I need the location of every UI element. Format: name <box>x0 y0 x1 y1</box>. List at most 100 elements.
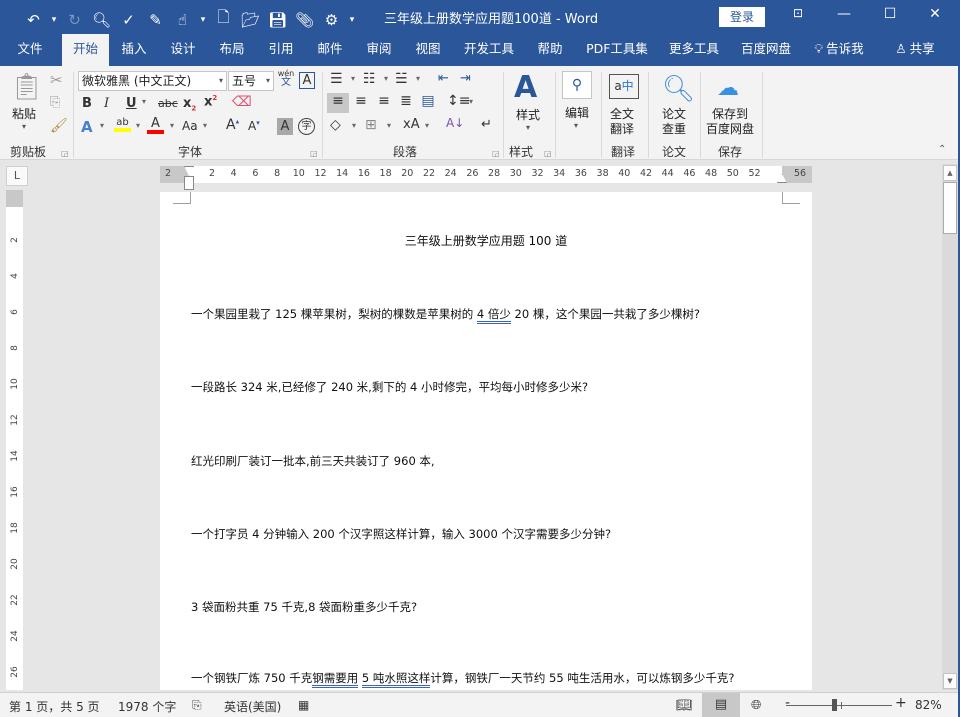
italic-icon[interactable]: I <box>104 96 109 111</box>
decrease-indent-icon[interactable]: ⇤ <box>438 71 449 86</box>
undo-icon[interactable]: ↶ <box>20 11 47 29</box>
align-center-icon[interactable]: ≡ <box>351 93 371 109</box>
line-spacing-icon[interactable]: ↕≡ <box>447 93 470 109</box>
sort-icon[interactable]: A↓ <box>446 116 464 130</box>
numbering-icon[interactable]: ☷ <box>363 71 376 87</box>
highlight-color-button[interactable]: ab <box>114 117 131 132</box>
vertical-scrollbar[interactable]: ▲ ▼ <box>942 164 958 690</box>
paste-icon[interactable]: 📋︎ <box>10 72 43 102</box>
tab-baidu-netdisk[interactable]: 百度网盘 <box>736 34 796 66</box>
tab-insert[interactable]: 插入 <box>112 34 156 66</box>
collapse-ribbon-icon[interactable]: ⌃ <box>938 144 946 155</box>
font-color-button[interactable]: A <box>147 117 164 134</box>
redo-icon[interactable]: ↻ <box>61 11 88 29</box>
full-text-translate-button[interactable]: 全文 翻译 <box>610 107 634 137</box>
highlight-dropdown-icon[interactable]: ▾ <box>136 121 140 130</box>
paste-dropdown-icon[interactable]: ▾ <box>22 122 26 131</box>
print-layout-icon[interactable]: ▤ <box>702 693 740 717</box>
subscript-icon[interactable]: x2 <box>183 96 196 113</box>
multilevel-dropdown-icon[interactable]: ▾ <box>416 74 420 83</box>
borders-dropdown-icon[interactable]: ▾ <box>387 121 391 130</box>
paragraph[interactable]: 一个钢铁厂炼 750 千克钢需要用 5 吨水照这样计算，钢铁厂一天节约 55 吨… <box>191 670 734 688</box>
font-color-dropdown-icon[interactable]: ▾ <box>170 121 174 130</box>
underline-icon[interactable]: U <box>126 96 137 111</box>
save-icon[interactable]: 💾︎ <box>264 11 291 29</box>
shrink-font-icon[interactable]: A▾ <box>248 119 260 133</box>
tab-review[interactable]: 审阅 <box>357 34 401 66</box>
grammar-underline[interactable]: 钢需要用 <box>312 671 359 688</box>
styles-icon[interactable]: A <box>514 70 537 105</box>
character-shading-icon[interactable]: A <box>277 118 293 135</box>
scroll-up-icon[interactable]: ▲ <box>943 165 957 181</box>
tab-developer[interactable]: 开发工具 <box>458 34 520 66</box>
macro-icon[interactable]: ▦ <box>298 698 309 712</box>
paragraph[interactable]: 一个打字员 4 分钟输入 200 个汉字照这样计算，输入 3000 个汉字需要多… <box>191 526 611 542</box>
minimize-icon[interactable]: — <box>829 6 859 22</box>
zoom-out-icon[interactable]: - <box>785 695 790 711</box>
edit-icon[interactable]: ✎ <box>142 11 169 29</box>
print-preview-icon[interactable]: 🔍︎ <box>88 11 115 29</box>
chinese-layout-dropdown-icon[interactable]: ▾ <box>425 121 429 130</box>
change-case-dropdown-icon[interactable]: ▾ <box>203 121 207 130</box>
show-marks-icon[interactable]: ↵ <box>481 117 492 132</box>
tab-more-tools[interactable]: 更多工具 <box>664 34 724 66</box>
tab-layout[interactable]: 布局 <box>210 34 254 66</box>
underline-dropdown-icon[interactable]: ▾ <box>142 97 146 106</box>
horizontal-ruler[interactable]: 2 2 4 6 8 10 12 14 16 18 20 22 24 26 28 30 32 34 36 38 40 42 4… <box>160 166 812 190</box>
login-button[interactable]: 登录 <box>719 7 765 27</box>
increase-indent-icon[interactable]: ⇥ <box>460 71 471 86</box>
superscript-icon[interactable]: x2 <box>204 94 217 109</box>
zoom-level[interactable]: 82% <box>915 698 942 712</box>
tell-me-button[interactable]: 💡︎ 告诉我 <box>808 34 870 66</box>
paper-check-icon[interactable]: 🔍︎ <box>662 74 695 104</box>
ribbon-display-options-icon[interactable]: ⊡ <box>783 6 813 20</box>
web-layout-icon[interactable]: 🌐︎ <box>751 698 761 713</box>
undo-dropdown-icon[interactable]: ▾ <box>47 15 61 25</box>
grammar-underline[interactable]: 4 倍少 <box>476 307 511 324</box>
tab-view[interactable]: 视图 <box>406 34 450 66</box>
tab-file[interactable]: 文件 <box>8 34 52 66</box>
paragraph[interactable]: 一段路长 324 米,已经修了 240 米,剩下的 4 小时修完，平均每小时修多… <box>191 379 588 395</box>
touch-mode-icon[interactable]: ☝︎ <box>169 11 196 29</box>
numbering-dropdown-icon[interactable]: ▾ <box>384 74 388 83</box>
zoom-in-icon[interactable]: + <box>895 695 907 711</box>
multilevel-list-icon[interactable]: ☱ <box>395 71 408 87</box>
styles-dropdown-icon[interactable]: ▾ <box>526 123 530 132</box>
format-painter-icon[interactable]: 🖌︎ <box>50 118 68 134</box>
grow-font-icon[interactable]: A▴ <box>226 117 239 133</box>
scroll-thumb[interactable] <box>943 182 957 234</box>
borders-icon[interactable]: ⊞ <box>365 117 377 133</box>
scroll-down-icon[interactable]: ▼ <box>943 673 957 689</box>
page-info[interactable]: 第 1 页，共 5 页 <box>9 698 100 715</box>
copy-icon[interactable]: ⎘ <box>50 95 60 110</box>
share-icon[interactable]: ⚙ <box>318 11 345 29</box>
clear-formatting-icon[interactable]: ⌫ <box>232 94 252 110</box>
tab-selector[interactable]: L <box>6 166 28 186</box>
touch-dropdown-icon[interactable]: ▾ <box>196 15 210 25</box>
paste-button[interactable]: 粘贴 <box>12 107 36 122</box>
styles-launcher-icon[interactable]: ◲ <box>544 149 552 158</box>
font-size-select[interactable]: 五号 ▾ <box>228 71 274 91</box>
styles-button[interactable]: 样式 <box>516 108 540 123</box>
align-left-icon[interactable]: ≡ <box>327 93 349 113</box>
grammar-underline[interactable]: 5 吨水照这样 <box>361 671 431 688</box>
language[interactable]: 英语(美国) <box>224 698 281 715</box>
left-indent-marker[interactable] <box>184 176 194 190</box>
tab-design[interactable]: 设计 <box>161 34 205 66</box>
align-right-icon[interactable]: ≡ <box>374 93 394 109</box>
chinese-layout-icon[interactable]: ⅹA <box>403 117 420 132</box>
shading-icon[interactable]: ◇ <box>330 117 341 133</box>
zoom-slider-thumb[interactable] <box>832 699 837 711</box>
line-spacing-dropdown-icon[interactable]: ▾ <box>469 97 473 106</box>
customize-qat-icon[interactable]: ▾ <box>345 15 359 25</box>
new-document-icon[interactable]: 🗋 <box>210 7 237 32</box>
character-border-icon[interactable]: A <box>299 72 315 89</box>
read-mode-icon[interactable]: 📖︎ <box>676 698 693 713</box>
search-icon[interactable]: ⚲ <box>562 71 592 99</box>
paragraph[interactable]: 一个果园里栽了 125 棵苹果树，梨树的棵数是苹果树的 4 倍少 20 棵，这个… <box>191 306 700 324</box>
paragraph[interactable]: 红光印刷厂装订一批本,前三天共装订了 960 本, <box>191 453 435 469</box>
close-icon[interactable]: ✕ <box>920 6 950 22</box>
maximize-icon[interactable]: ☐ <box>875 6 905 22</box>
proofing-icon[interactable]: ⎘ <box>192 698 202 713</box>
editing-dropdown-icon[interactable]: ▾ <box>574 121 578 130</box>
